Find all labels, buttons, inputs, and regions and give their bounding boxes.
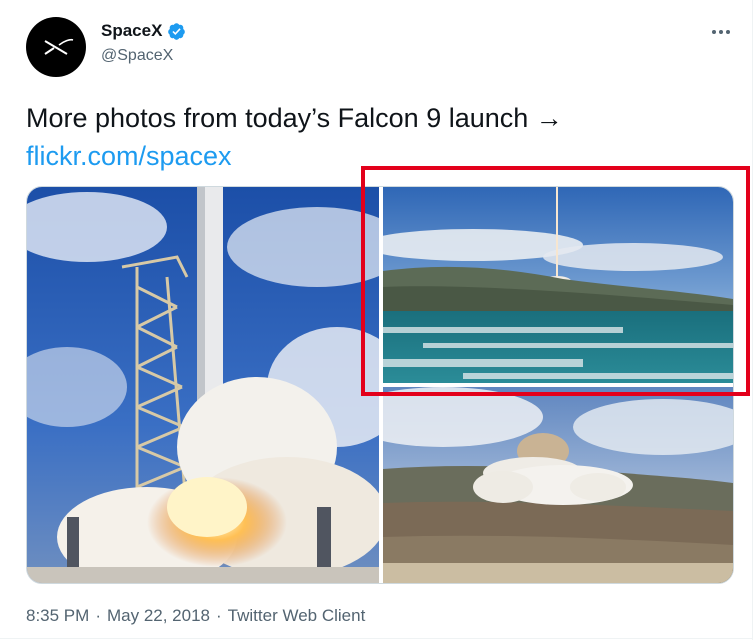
tweet-time[interactable]: 8:35 PM bbox=[26, 606, 89, 626]
launch-smoke-hills-photo[interactable] bbox=[383, 387, 733, 583]
bottom-divider bbox=[0, 638, 753, 639]
launch-over-ocean-photo[interactable] bbox=[383, 187, 733, 383]
tweet-body: More photos from today’s Falcon 9 launch… bbox=[26, 103, 563, 133]
display-name[interactable]: SpaceX bbox=[101, 21, 162, 41]
tweet-card: SpaceX @SpaceX More photos from today’s … bbox=[0, 0, 753, 640]
tweet-text: More photos from today’s Falcon 9 launch… bbox=[26, 99, 726, 175]
tweet-link[interactable]: flickr.com/spacex bbox=[26, 137, 726, 175]
rocket-liftoff-closeup-photo[interactable] bbox=[27, 187, 379, 583]
more-dots-icon[interactable] bbox=[706, 20, 736, 44]
tweet-date[interactable]: May 22, 2018 bbox=[107, 606, 210, 626]
tweet-client[interactable]: Twitter Web Client bbox=[228, 606, 366, 626]
verified-badge-icon bbox=[167, 22, 186, 41]
tweet-meta: 8:35 PM · May 22, 2018 · Twitter Web Cli… bbox=[26, 606, 365, 626]
spacex-logo-icon bbox=[44, 38, 74, 55]
avatar[interactable] bbox=[26, 17, 86, 77]
meta-separator: · bbox=[95, 606, 101, 625]
author-name-row: SpaceX bbox=[101, 21, 186, 41]
author-handle[interactable]: @SpaceX bbox=[101, 47, 173, 65]
meta-separator: · bbox=[216, 606, 222, 625]
media-grid bbox=[26, 186, 734, 584]
